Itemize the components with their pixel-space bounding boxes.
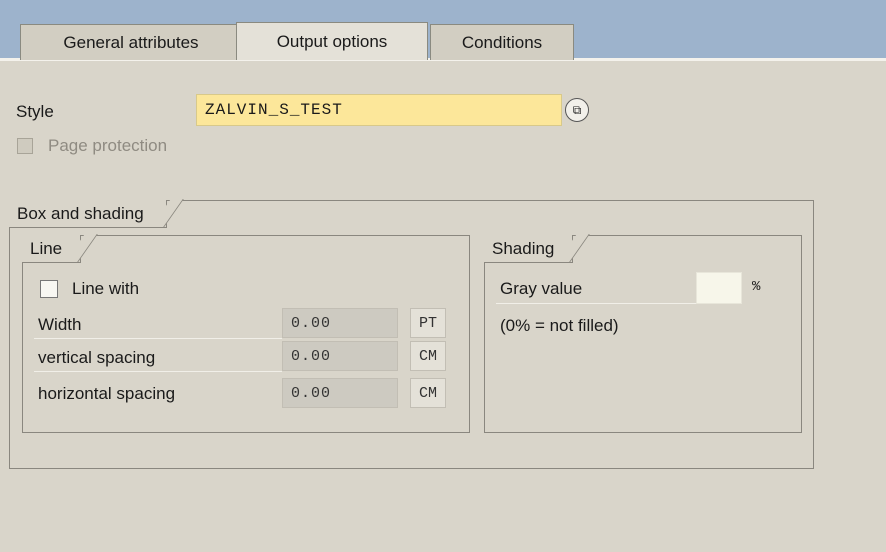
- row-separator: [496, 303, 696, 304]
- horizontal-spacing-unit: CM: [410, 378, 446, 408]
- line-title: Line: [22, 234, 98, 263]
- box-and-shading-title: Box and shading: [9, 199, 184, 228]
- title-corner: [557, 234, 591, 262]
- tab-general-attributes[interactable]: General attributes: [20, 24, 242, 60]
- style-label: Style: [16, 102, 54, 121]
- vertical-spacing-field[interactable]: 0.00: [282, 341, 398, 371]
- vertical-spacing-label: vertical spacing: [38, 348, 156, 367]
- width-field[interactable]: 0.00: [282, 308, 398, 338]
- tab-conditions[interactable]: Conditions: [430, 24, 574, 60]
- group-title-text: Box and shading: [17, 203, 144, 223]
- style-input[interactable]: ZALVIN_S_TEST: [196, 94, 562, 126]
- row-separator: [34, 371, 282, 372]
- width-label: Width: [38, 315, 82, 334]
- title-corner: [65, 234, 98, 262]
- line-with-checkbox[interactable]: [40, 280, 58, 298]
- horizontal-spacing-label: horizontal spacing: [38, 384, 176, 403]
- value-help-icon: ⧉: [572, 102, 582, 117]
- page-protection-checkbox[interactable]: [17, 138, 33, 154]
- width-unit: PT: [410, 308, 446, 338]
- horizontal-spacing-field[interactable]: 0.00: [282, 378, 398, 408]
- gray-value-input[interactable]: [696, 272, 742, 304]
- tab-label: Output options: [276, 31, 388, 51]
- group-title-text: Line: [30, 238, 63, 258]
- percent-unit: %: [752, 279, 761, 295]
- line-with-label: Line with: [72, 279, 140, 298]
- shading-note: (0% = not filled): [500, 316, 619, 335]
- shading-title: Shading: [484, 234, 591, 263]
- style-value-help-button[interactable]: ⧉: [565, 98, 589, 122]
- vertical-spacing-unit: CM: [410, 341, 446, 371]
- tab-label: General attributes: [63, 32, 199, 52]
- title-corner: [150, 199, 184, 227]
- group-title-text: Shading: [492, 238, 555, 258]
- tab-output-options[interactable]: Output options: [236, 22, 428, 60]
- row-separator: [34, 338, 282, 339]
- page-protection-label: Page protection: [48, 136, 168, 155]
- tab-label: Conditions: [461, 32, 543, 52]
- gray-value-label: Gray value: [500, 279, 583, 298]
